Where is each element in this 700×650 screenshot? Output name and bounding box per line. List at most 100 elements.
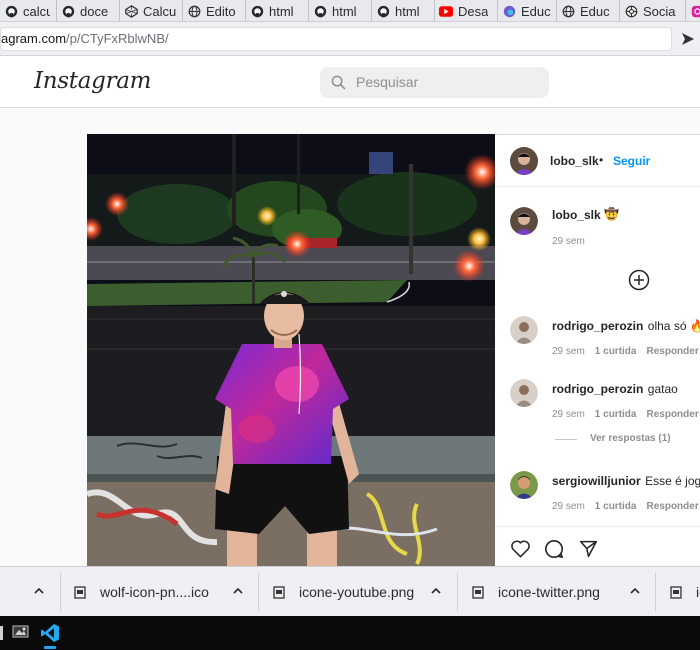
browser-tab[interactable]: doce [57,0,120,21]
follow-button[interactable]: Seguir [613,154,650,168]
caption-username[interactable]: lobo_slk [552,208,601,222]
url-path: /p/CTyFxRblwNB/ [66,31,169,46]
instagram-logo[interactable]: Instagram [34,68,152,94]
share-icon[interactable] [579,539,598,558]
globe-icon [561,4,575,18]
search-placeholder: Pesquisar [356,74,419,90]
tab-label: html [332,3,357,19]
comment-text: gatao [647,382,678,396]
instagram-icon [690,4,700,18]
comment-meta: 29 sem 1 curtida Responder [552,346,699,357]
tab-label: html [395,3,420,19]
comment-username[interactable]: rodrigo_perozin [552,382,643,396]
image-viewer-icon[interactable] [12,624,29,639]
download-item[interactable]: icone-twitter.png [472,567,600,617]
comment-likes[interactable]: 1 curtida [595,501,637,512]
download-separator [258,573,259,611]
view-replies-button[interactable]: Ver respostas (1) [590,433,671,444]
browser-tab[interactable]: Desa [435,0,498,21]
comment-icon[interactable] [544,539,564,559]
browser-tab[interactable]: html [309,0,372,21]
address-bar: agram.com/p/CTyFxRblwNB/ [0,22,700,56]
chevron-up-icon[interactable] [430,585,442,597]
openai-icon [624,4,638,18]
browser-tab[interactable]: Educ [498,0,557,21]
chevron-up-icon[interactable] [232,585,244,597]
downloads-bar: wolf-icon-pn....ico icone-youtube.png ic… [0,566,700,616]
github-icon [250,4,264,18]
search-box[interactable]: Pesquisar [320,67,549,98]
tab-label: Educ [580,3,610,19]
taskbar-edge-icon[interactable] [0,626,3,640]
download-filename: icone-twitter.png [498,584,600,600]
search-icon [331,75,346,90]
comment-likes[interactable]: 1 curtida [595,346,637,357]
download-separator [457,573,458,611]
globe-icon [187,4,201,18]
download-filename: ic [696,584,700,600]
tab-label: Socia [643,3,676,19]
author-avatar[interactable] [510,147,538,175]
browser-tab[interactable]: html [372,0,435,21]
comment-time: 29 sem [552,409,585,420]
codepen-icon [124,4,138,18]
heart-icon[interactable] [510,539,531,558]
post-photo[interactable] [87,134,495,566]
active-app-indicator [44,646,56,649]
post-side-panel: lobo_slk • Seguir lobo_slk 🤠 29 sem rodr… [495,134,700,566]
youtube-icon [439,4,453,18]
tab-label: Edito [206,3,236,19]
browser-tab[interactable]: Calcu [120,0,183,21]
browser-tab[interactable]: Edito [183,0,246,21]
edge-icon [502,4,516,18]
comment-likes[interactable]: 1 curtida [595,409,637,420]
github-icon [376,4,390,18]
reply-button[interactable]: Responder [646,501,698,512]
chevron-up-icon[interactable] [629,585,641,597]
file-icon [670,585,682,599]
replies-divider [555,439,577,440]
url-field[interactable]: agram.com/p/CTyFxRblwNB/ [0,27,672,51]
comment-avatar[interactable] [510,316,538,344]
vscode-icon[interactable] [40,623,60,643]
comment-2: rodrigo_perozin gatao [552,380,678,398]
comment-1: rodrigo_perozin olha só 🔥 [552,317,700,335]
load-more-comments-icon[interactable] [628,269,650,291]
file-icon [472,585,484,599]
comment-avatar[interactable] [510,379,538,407]
comment-username[interactable]: rodrigo_perozin [552,319,643,333]
comment-avatar[interactable] [510,471,538,499]
download-separator [655,573,656,611]
caption-avatar[interactable] [510,207,538,235]
download-item[interactable]: icone-youtube.png [273,567,414,617]
file-icon [273,585,285,599]
author-username[interactable]: lobo_slk [550,154,599,168]
download-item[interactable]: ic [670,567,700,617]
comment-text: olha só 🔥 [647,319,700,333]
reply-button[interactable]: Responder [646,409,698,420]
download-filename: wolf-icon-pn....ico [100,584,209,600]
taskbar [0,616,700,650]
caption-time: 29 sem [552,236,585,247]
chevron-up-icon[interactable] [33,585,45,597]
send-arrow-icon[interactable] [681,32,695,46]
tab-label: html [269,3,294,19]
github-icon [4,4,18,18]
comment-username[interactable]: sergiowilljunior [552,474,641,488]
post-photo-image [87,134,495,566]
browser-tab[interactable]: Educ [557,0,620,21]
browser-tab[interactable]: html [246,0,309,21]
url-domain: agram.com [1,31,67,46]
comment-3: sergiowilljunior Esse é jog [552,472,700,490]
browser-tab[interactable]: calcu [0,0,57,21]
browser-tab[interactable]: Socia [620,0,686,21]
download-item[interactable]: wolf-icon-pn....ico [74,567,209,617]
browser-tab[interactable] [686,0,700,21]
comment-text: Esse é jog [645,474,700,488]
file-icon [74,585,86,599]
reply-button[interactable]: Responder [646,346,698,357]
post-actions [495,526,700,566]
browser-tab-strip: calcu doce Calcu Edito html html html De… [0,0,700,22]
comment-time: 29 sem [552,346,585,357]
tab-label: Desa [458,3,489,19]
